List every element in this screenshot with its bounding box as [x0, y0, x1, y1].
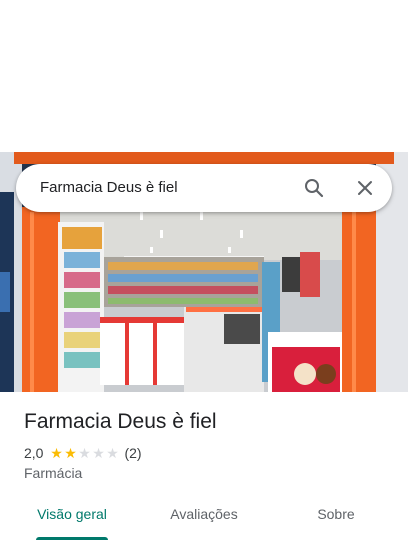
star-empty-icon: ★	[92, 445, 105, 461]
star-full-icon: ★	[64, 445, 77, 461]
rating-stars: ★ ★ ★ ★ ★	[49, 446, 119, 460]
place-info-panel: Farmacia Deus è fiel 2,0 ★ ★ ★ ★ ★ (2) Farmá…	[0, 392, 408, 544]
star-full-icon: ★	[50, 445, 63, 461]
place-title: Farmacia Deus è fiel	[24, 410, 217, 433]
active-tab-indicator	[36, 537, 108, 540]
close-icon[interactable]	[353, 176, 377, 200]
tab-reviews[interactable]: Avaliações	[144, 496, 264, 544]
star-empty-icon: ★	[106, 445, 119, 461]
search-input[interactable]: Farmacia Deus è fiel	[40, 164, 178, 212]
review-count[interactable]: (2)	[124, 445, 141, 461]
tab-about[interactable]: Sobre	[276, 496, 396, 544]
place-tabs: Visão geral Avaliações Sobre	[0, 496, 408, 544]
map-area-blank	[0, 0, 408, 152]
search-icon[interactable]	[302, 176, 326, 200]
rating-row[interactable]: 2,0 ★ ★ ★ ★ ★ (2)	[24, 444, 142, 462]
star-empty-icon: ★	[78, 445, 91, 461]
rating-value: 2,0	[24, 445, 44, 461]
search-bar[interactable]: Farmacia Deus è fiel	[16, 164, 392, 212]
place-category[interactable]: Farmácia	[24, 465, 82, 481]
